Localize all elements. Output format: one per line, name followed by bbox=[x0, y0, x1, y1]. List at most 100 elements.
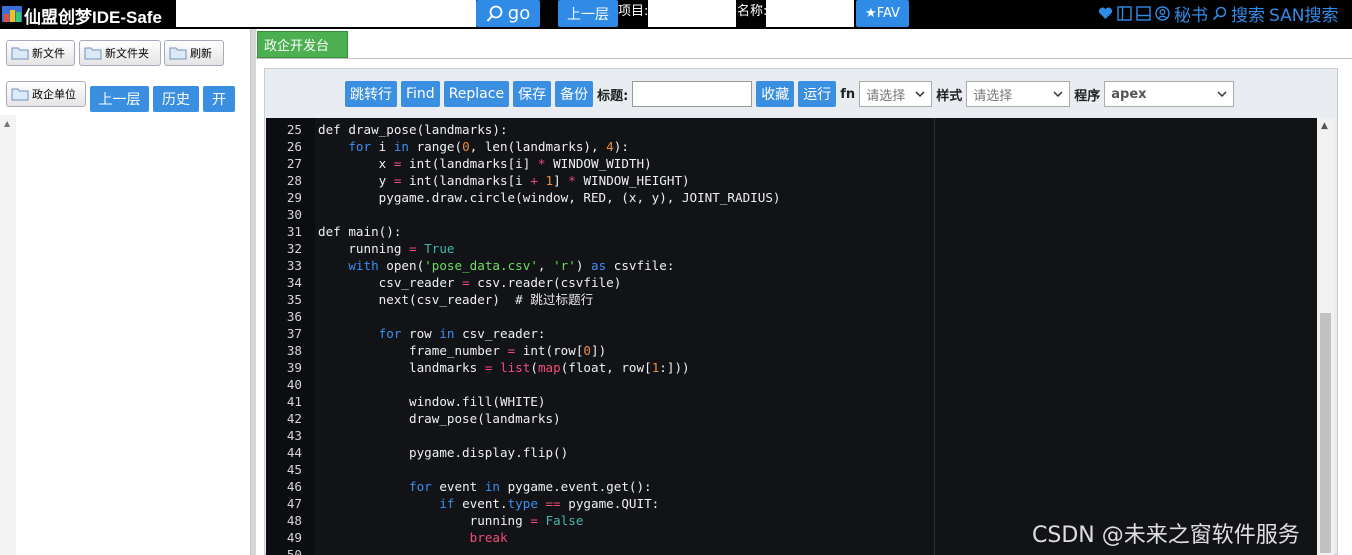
code-line: 44 pygame.display.flip() bbox=[266, 444, 1317, 461]
line-number: 48 bbox=[286, 513, 302, 528]
top-right-links: 秘书 搜索 SAN搜索 bbox=[1098, 1, 1338, 26]
user-icon[interactable] bbox=[1155, 5, 1170, 21]
search-icon bbox=[1212, 6, 1227, 20]
scrollbar-thumb[interactable] bbox=[1320, 313, 1331, 553]
panel-splitter[interactable] bbox=[250, 29, 256, 555]
chevron-down-icon bbox=[915, 91, 925, 98]
chevron-down-icon bbox=[1217, 91, 1227, 98]
code-line: 34 csv_reader = csv.reader(csvfile) bbox=[266, 274, 1317, 291]
line-number: 33 bbox=[286, 258, 302, 273]
save-button[interactable]: 保存 bbox=[513, 81, 552, 107]
code-text: if event.type == pygame.QUIT: bbox=[439, 496, 660, 511]
tab-dev-console[interactable]: 政企开发台 bbox=[257, 31, 348, 58]
line-number: 50 bbox=[286, 547, 302, 555]
project-input[interactable] bbox=[648, 0, 736, 27]
code-text: window.fill(WHITE) bbox=[318, 394, 546, 409]
line-number: 46 bbox=[286, 479, 302, 494]
code-text: y = int(landmarks[i + 1] * WINDOW_HEIGHT… bbox=[318, 173, 690, 188]
file-sidebar: 新文件 新文件夹 刷新 政企单位 上一层 历史 开 ▲ bbox=[0, 29, 250, 555]
code-text: pygame.draw.circle(window, RED, (x, y), … bbox=[318, 190, 781, 205]
go-button[interactable]: go bbox=[476, 0, 540, 27]
scroll-up-arrow-icon[interactable]: ▲ bbox=[4, 119, 10, 128]
split-layout-icon[interactable] bbox=[1136, 5, 1151, 21]
folder-icon bbox=[169, 47, 187, 60]
line-number: 35 bbox=[286, 292, 302, 307]
code-line: 35 next(csv_reader) # 跳过标题行 bbox=[266, 291, 1317, 308]
line-number: 39 bbox=[286, 360, 302, 375]
program-select[interactable]: apex bbox=[1104, 81, 1235, 107]
code-line: 37 for row in csv_reader: bbox=[266, 325, 1317, 342]
goto-line-button[interactable]: 跳转行 bbox=[345, 81, 397, 107]
line-number: 30 bbox=[286, 207, 302, 222]
history-button[interactable]: 历史 bbox=[153, 86, 199, 112]
code-text: for event in pygame.event.get(): bbox=[409, 479, 652, 494]
file-tree[interactable]: ▲ bbox=[0, 115, 16, 555]
line-number: 40 bbox=[286, 377, 302, 392]
sidebar-layout-icon[interactable] bbox=[1117, 5, 1132, 21]
fn-label: fn bbox=[840, 86, 856, 102]
code-text: x = int(landmarks[i] * WINDOW_WIDTH) bbox=[318, 156, 652, 171]
san-search-link[interactable]: SAN搜索 bbox=[1269, 1, 1338, 26]
code-line: 45 bbox=[266, 461, 1317, 478]
style-select-value: 请选择 bbox=[973, 88, 1013, 104]
unit-label: 政企单位 bbox=[32, 88, 76, 101]
search-icon bbox=[486, 5, 503, 22]
style-label: 样式 bbox=[936, 88, 963, 104]
code-line: 38 frame_number = int(row[0]) bbox=[266, 342, 1317, 359]
heart-icon[interactable] bbox=[1098, 6, 1113, 21]
style-select[interactable]: 请选择 bbox=[966, 81, 1071, 107]
code-line: 43 bbox=[266, 427, 1317, 444]
code-line: 26 for i in range(0, len(landmarks), 4): bbox=[266, 138, 1317, 155]
code-line: 30 bbox=[266, 206, 1317, 223]
title-input[interactable] bbox=[632, 81, 753, 107]
replace-button[interactable]: Replace bbox=[443, 81, 510, 107]
code-line: 25 def draw_pose(landmarks): bbox=[266, 121, 1317, 138]
code-text: running = False bbox=[318, 513, 584, 528]
code-text: pygame.display.flip() bbox=[318, 445, 569, 460]
code-line: 41 window.fill(WHITE) bbox=[266, 393, 1317, 410]
line-number: 25 bbox=[286, 122, 302, 137]
path-input[interactable] bbox=[176, 0, 476, 27]
code-line: 32 running = True bbox=[266, 240, 1317, 257]
code-line: 36 bbox=[266, 308, 1317, 325]
fav-button[interactable]: ★FAV bbox=[856, 0, 909, 27]
tab-bar-divider bbox=[256, 58, 1352, 59]
line-number: 31 bbox=[286, 224, 302, 239]
search-link[interactable]: 搜索 bbox=[1231, 1, 1265, 26]
code-text: def draw_pose(landmarks): bbox=[318, 122, 508, 137]
code-line: 40 bbox=[266, 376, 1317, 393]
collect-button[interactable]: 收藏 bbox=[756, 81, 795, 107]
app-title: 仙盟创梦IDE-Safe bbox=[24, 8, 162, 27]
up-level-sidebar-button[interactable]: 上一层 bbox=[90, 86, 149, 112]
line-number: 43 bbox=[286, 428, 302, 443]
code-text: csv_reader = csv.reader(csvfile) bbox=[318, 275, 622, 290]
new-folder-button[interactable]: 新文件夹 bbox=[79, 40, 161, 66]
line-number: 37 bbox=[286, 326, 302, 341]
line-number: 38 bbox=[286, 343, 302, 358]
editor-scrollbar[interactable]: ▲ bbox=[1317, 118, 1334, 555]
unit-button[interactable]: 政企单位 bbox=[6, 81, 86, 107]
find-button[interactable]: Find bbox=[401, 81, 440, 107]
go-label: go bbox=[507, 3, 531, 24]
code-line: 42 draw_pose(landmarks) bbox=[266, 410, 1317, 427]
scroll-up-arrow-icon[interactable]: ▲ bbox=[1321, 121, 1328, 131]
app-logo-icon bbox=[2, 6, 22, 22]
code-line: 47 if event.type == pygame.QUIT: bbox=[266, 495, 1317, 512]
new-file-button[interactable]: 新文件 bbox=[6, 40, 75, 66]
title-label: 标题: bbox=[597, 88, 629, 104]
name-input[interactable] bbox=[766, 0, 854, 27]
up-level-button[interactable]: 上一层 bbox=[558, 0, 618, 27]
project-label: 项目: bbox=[618, 4, 649, 19]
code-line: 39 landmarks = list(map(float, row[1:])) bbox=[266, 359, 1317, 376]
secretary-link[interactable]: 秘书 bbox=[1174, 1, 1208, 26]
fn-select[interactable]: 请选择 bbox=[859, 81, 933, 107]
new-folder-label: 新文件夹 bbox=[105, 47, 149, 60]
backup-button[interactable]: 备份 bbox=[555, 81, 594, 107]
code-editor[interactable]: 25 def draw_pose(landmarks): 26 for i in … bbox=[266, 118, 1317, 555]
code-line: 46 for event in pygame.event.get(): bbox=[266, 478, 1317, 495]
code-text: with open('pose_data.csv', 'r') as csvfi… bbox=[348, 258, 675, 273]
open-button[interactable]: 开 bbox=[203, 86, 235, 112]
line-number: 36 bbox=[286, 309, 302, 324]
run-button[interactable]: 运行 bbox=[798, 81, 837, 107]
refresh-button[interactable]: 刷新 bbox=[164, 40, 224, 66]
